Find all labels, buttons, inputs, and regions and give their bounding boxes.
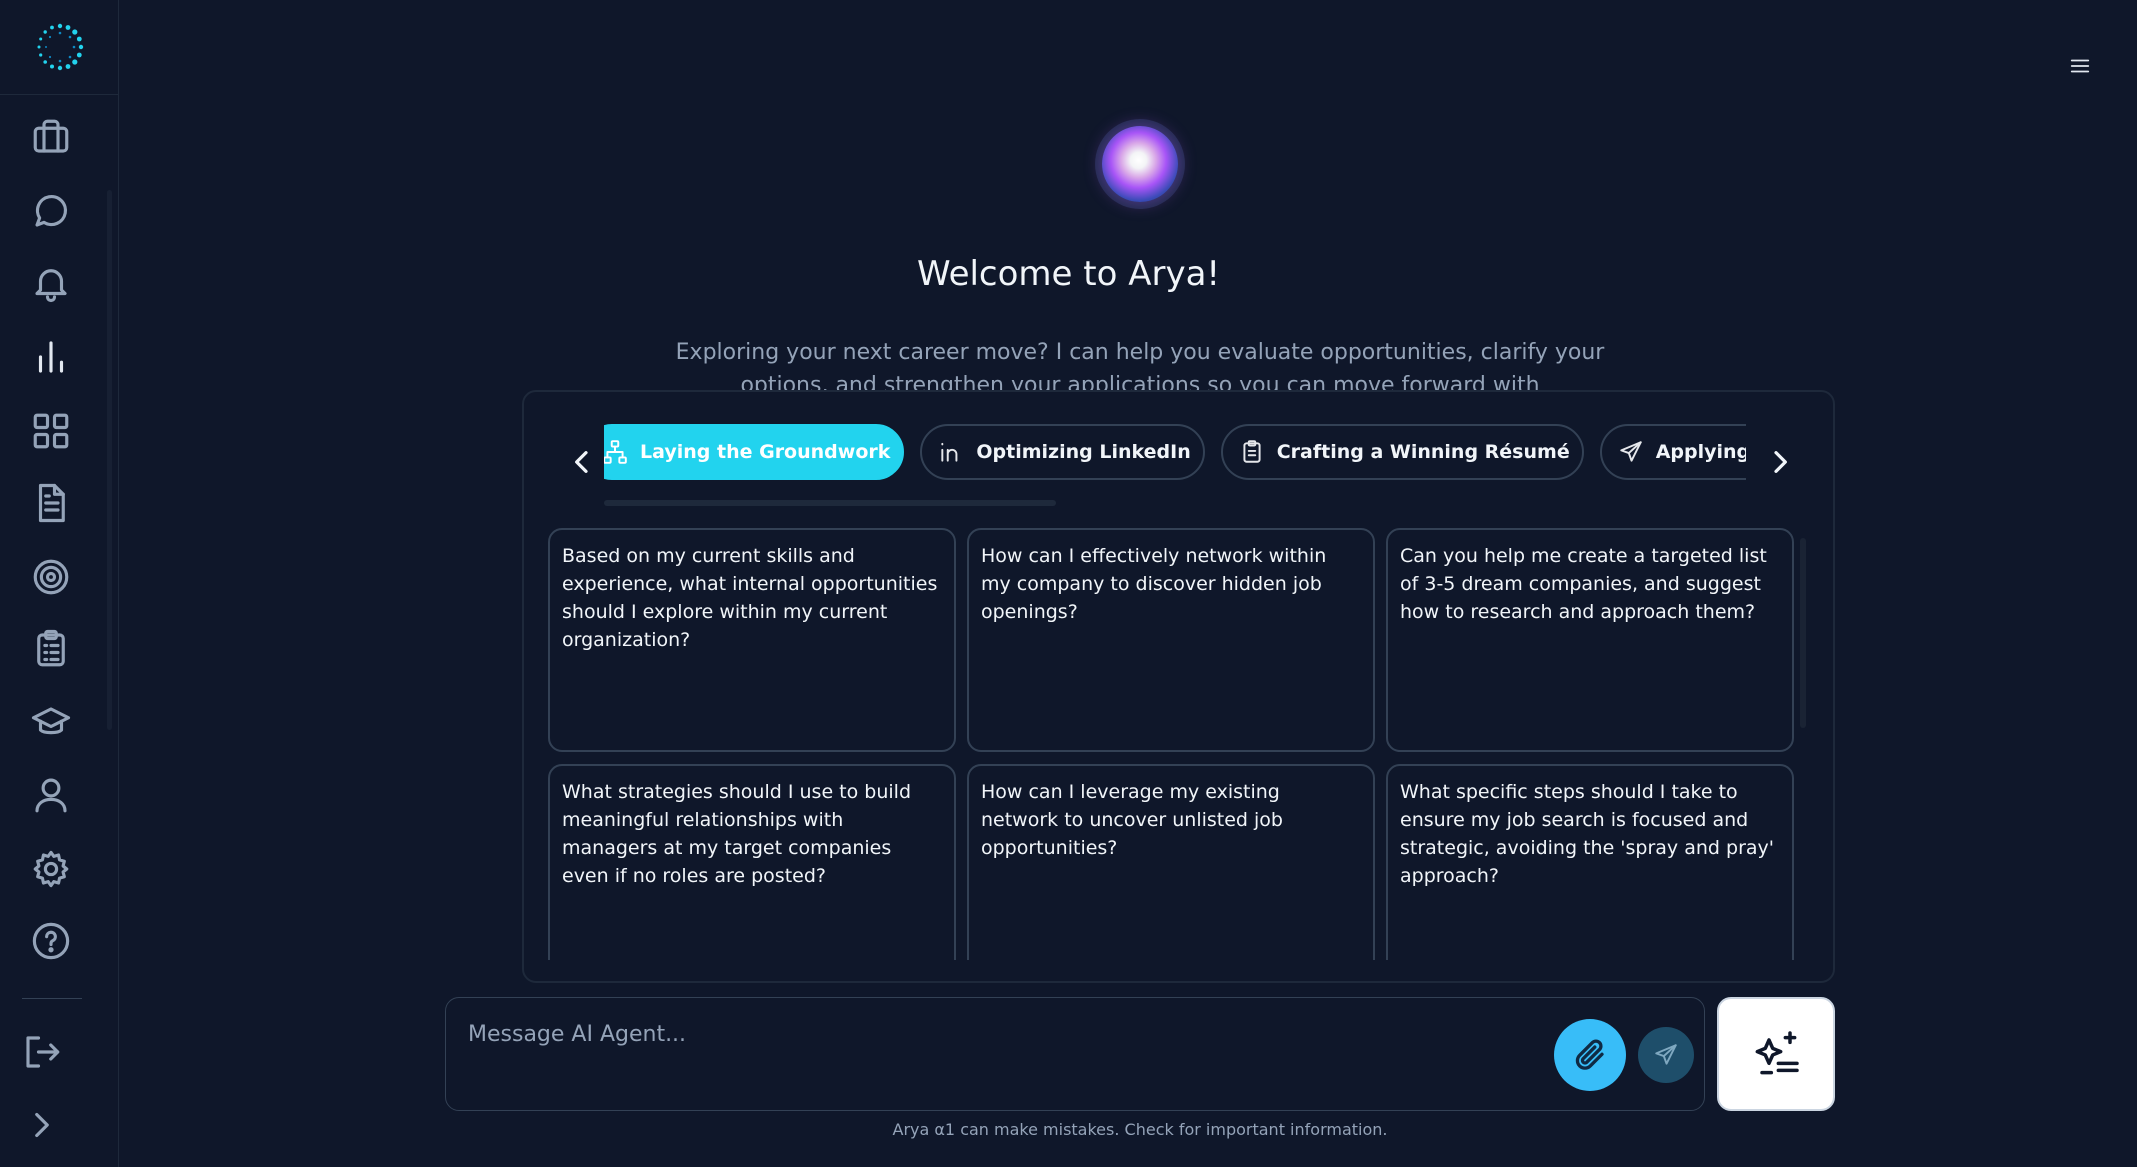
message-input[interactable] — [468, 1014, 1518, 1054]
logout-icon — [26, 1036, 60, 1068]
tab-label: Optimizing LinkedIn — [976, 441, 1191, 463]
chevron-left-icon — [575, 451, 588, 473]
bar-chart-icon — [38, 341, 64, 373]
nav-profile[interactable] — [26, 770, 76, 820]
user-icon — [35, 778, 67, 813]
tab-laying-the-groundwork[interactable]: Laying the Groundwork — [604, 424, 905, 480]
send-icon — [1619, 441, 1642, 462]
prompt-card[interactable]: How can I effectively network within my … — [967, 528, 1375, 752]
nav-learning[interactable] — [26, 698, 76, 748]
dotted-ring-logo-icon — [37, 23, 83, 71]
nav-logout[interactable] — [17, 1027, 67, 1077]
nav-analytics[interactable] — [26, 332, 76, 382]
graduation-cap-icon — [31, 707, 71, 735]
prompts-scrollbar[interactable] — [1800, 538, 1806, 728]
prompt-card[interactable]: Based on my current skills and experienc… — [548, 528, 956, 752]
tab-optimizing-linkedin[interactable]: Optimizing LinkedIn — [920, 424, 1205, 480]
tab-label: Applying Effectively — [1655, 441, 1746, 463]
sidebar — [0, 0, 119, 1167]
prompt-text: How can I effectively network within my … — [981, 545, 1327, 623]
nav-documents[interactable] — [26, 478, 76, 528]
nav-tasks[interactable] — [26, 624, 76, 674]
tab-label: Laying the Groundwork — [640, 441, 891, 463]
nav-help[interactable] — [26, 916, 76, 966]
nav-settings[interactable] — [26, 844, 76, 894]
target-icon — [33, 559, 69, 595]
help-icon — [32, 922, 70, 960]
category-tabs: Laying the Groundwork Optimizing LinkedI… — [604, 424, 1746, 484]
clipboard-icon — [1243, 440, 1261, 463]
briefcase-icon — [33, 119, 69, 153]
sitemap-icon — [604, 440, 627, 464]
clipboard-icon — [37, 629, 65, 667]
chat-icon — [35, 194, 68, 227]
nav-goals[interactable] — [26, 552, 76, 602]
prompt-text: How can I leverage my existing network t… — [981, 781, 1283, 859]
paperclip-icon — [1575, 1039, 1604, 1070]
hamburger-icon — [2070, 59, 2090, 73]
message-composer — [445, 997, 1705, 1111]
tabs-prev-button[interactable] — [564, 444, 600, 480]
prompt-card[interactable]: What specific steps should I take to ens… — [1386, 764, 1794, 960]
document-icon — [38, 483, 65, 523]
page-title: Welcome to Arya! — [916, 254, 1221, 294]
nav-jobs[interactable] — [26, 112, 76, 162]
tab-crafting-resume[interactable]: Crafting a Winning Résumé — [1220, 424, 1584, 480]
linkedin-icon — [941, 442, 958, 462]
send-button[interactable] — [1638, 1027, 1694, 1083]
prompt-text: Based on my current skills and experienc… — [562, 545, 938, 651]
prompt-grid: Based on my current skills and experienc… — [548, 528, 1796, 960]
arya-logo[interactable] — [0, 0, 119, 95]
chevron-right-icon — [1774, 451, 1787, 473]
prompt-card[interactable]: Can you help me create a targeted list o… — [1386, 528, 1794, 752]
tabs-scrollbar[interactable] — [604, 500, 1056, 506]
grid-icon — [33, 413, 69, 449]
intro-text: Exploring your next career move? I can h… — [675, 340, 1605, 392]
prompt-text: What strategies should I use to build me… — [562, 781, 912, 887]
suggestions-panel: Laying the Groundwork Optimizing LinkedI… — [522, 390, 1835, 983]
nav-chat[interactable] — [26, 186, 76, 236]
assistant-orb — [1095, 119, 1185, 209]
nav-dashboard[interactable] — [26, 406, 76, 456]
menu-button[interactable] — [2068, 54, 2092, 78]
sidebar-divider — [22, 998, 82, 999]
disclaimer-text: Arya α1 can make mistakes. Check for imp… — [892, 1120, 1388, 1139]
prompt-library-button[interactable] — [1717, 997, 1835, 1111]
orb-glow — [1102, 126, 1178, 202]
prompt-card[interactable]: How can I leverage my existing network t… — [967, 764, 1375, 960]
settings-icon — [33, 850, 69, 888]
prompt-card[interactable]: What strategies should I use to build me… — [548, 764, 956, 960]
attach-button[interactable] — [1554, 1019, 1626, 1091]
tab-label: Crafting a Winning Résumé — [1276, 441, 1570, 463]
sparkle-list-icon — [1755, 1031, 1799, 1075]
prompt-text: Can you help me create a targeted list o… — [1400, 545, 1767, 623]
tab-applying-effectively[interactable]: Applying Effectively — [1599, 424, 1746, 480]
send-icon — [1655, 1044, 1677, 1065]
prompt-text: What specific steps should I take to ens… — [1400, 781, 1774, 887]
tabs-next-button[interactable] — [1762, 444, 1798, 480]
